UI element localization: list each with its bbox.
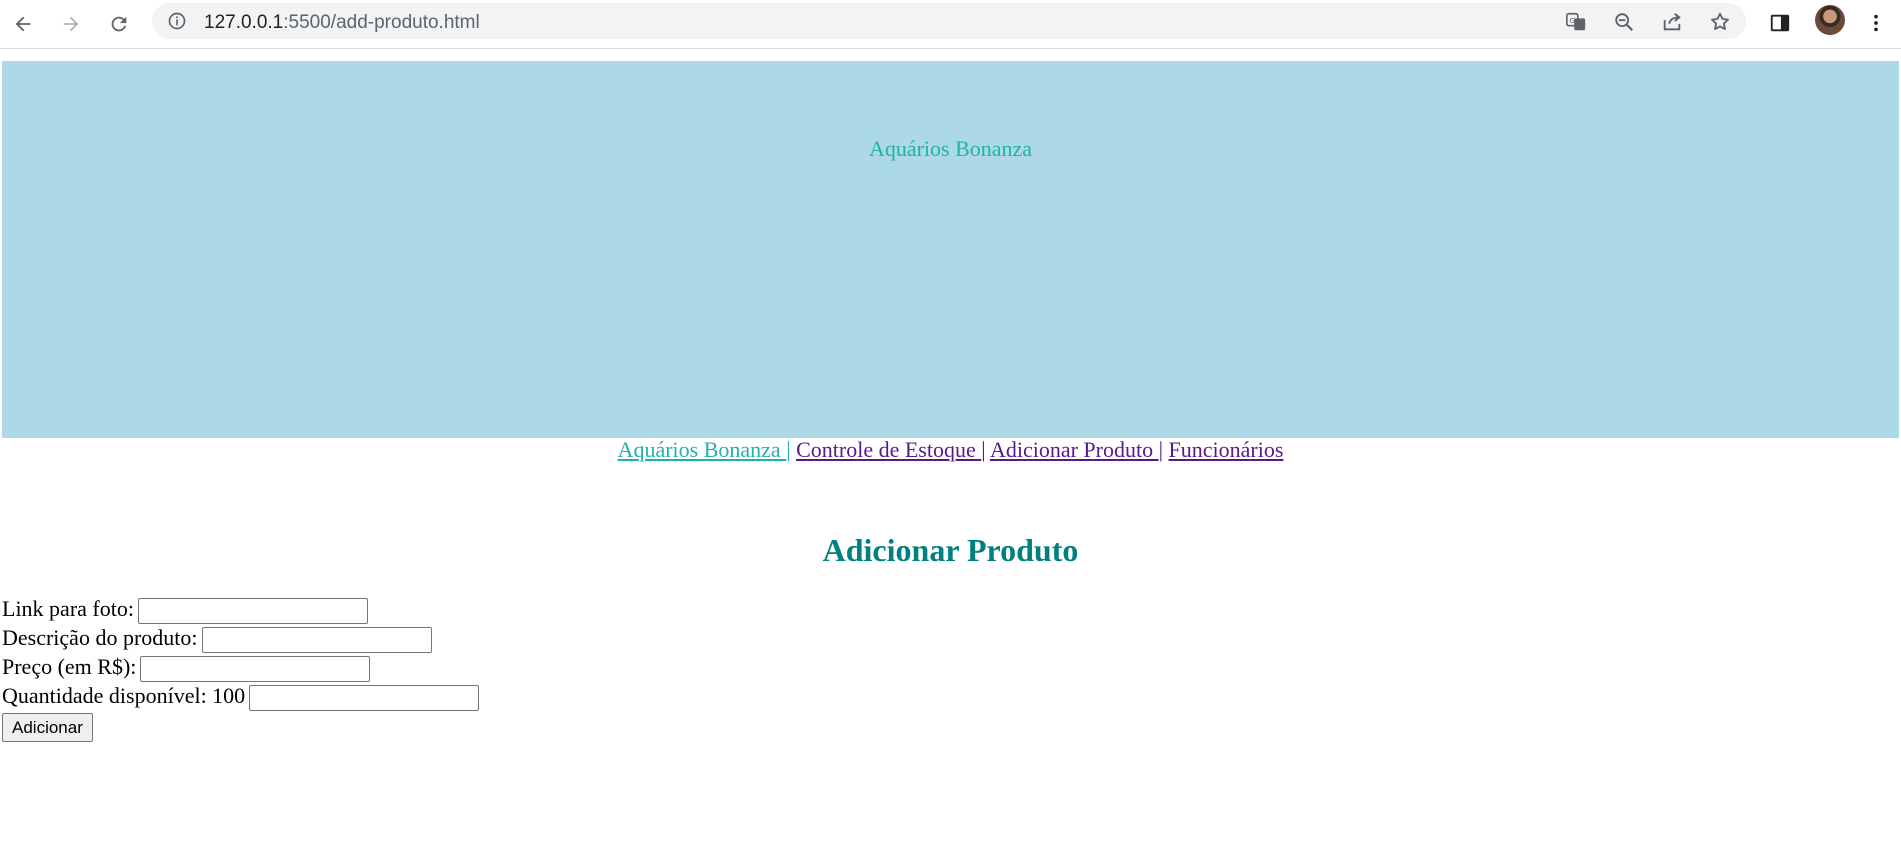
add-product-form: Link para foto: Descrição do produto: Pr…	[2, 596, 480, 742]
nav-menu: Aquários Bonanza | Controle de Estoque |…	[0, 436, 1901, 464]
nav-separator: |	[1158, 437, 1164, 462]
price-label: Preço (em R$):	[2, 654, 137, 679]
nav-link-employees[interactable]: Funcionários	[1169, 437, 1284, 462]
url-host: 127.0.0.1	[204, 12, 284, 33]
browser-toolbar: 127.0.0.1:5500/add-produto.html G	[0, 0, 1901, 49]
reload-button[interactable]	[103, 8, 135, 40]
url-text[interactable]: 127.0.0.1:5500/add-produto.html	[204, 12, 480, 34]
nav-link-stock-control[interactable]: Controle de Estoque	[796, 437, 981, 462]
url-path: :5500/add-produto.html	[283, 12, 480, 33]
back-button[interactable]	[7, 8, 39, 40]
forward-button[interactable]	[55, 8, 87, 40]
form-row-price: Preço (em R$):	[2, 654, 479, 683]
nav-separator: |	[786, 437, 791, 462]
translate-icon[interactable]: G	[1564, 10, 1588, 34]
site-info-icon[interactable]	[166, 10, 188, 32]
description-input[interactable]	[201, 626, 432, 653]
banner-title: Aquários Bonanza	[868, 136, 1033, 161]
nav-separator: |	[981, 437, 986, 462]
svg-text:G: G	[1570, 16, 1576, 25]
quantity-input[interactable]	[249, 684, 480, 711]
page-title: Adicionar Produto	[822, 532, 1079, 568]
header-banner: Aquários Bonanza	[2, 61, 1899, 438]
forward-arrow-icon	[63, 16, 79, 32]
form-row-quantity: Quantidade disponível: 100	[2, 683, 480, 712]
nav-link-add-product[interactable]: Adicionar Produto	[990, 437, 1159, 462]
form-row-description: Descrição do produto:	[2, 625, 479, 654]
zoom-out-icon[interactable]	[1612, 10, 1636, 34]
back-arrow-icon	[15, 16, 31, 32]
photo-link-label: Link para foto:	[2, 596, 134, 621]
add-product-button[interactable]: Adicionar	[2, 713, 93, 742]
profile-avatar[interactable]	[1815, 5, 1845, 35]
description-label: Descrição do produto:	[2, 625, 198, 650]
side-panel-icon[interactable]	[1766, 9, 1794, 37]
kebab-menu-icon[interactable]	[1862, 9, 1890, 37]
nav-link-home[interactable]: Aquários Bonanza	[618, 437, 787, 462]
photo-link-input[interactable]	[137, 597, 368, 624]
bookmark-star-icon[interactable]	[1708, 10, 1732, 34]
quantity-label: Quantidade disponível: 100	[2, 683, 246, 708]
price-input[interactable]	[140, 655, 371, 682]
address-bar[interactable]: 127.0.0.1:5500/add-produto.html G	[152, 3, 1746, 39]
share-icon[interactable]	[1660, 10, 1684, 34]
form-row-photo: Link para foto:	[2, 596, 479, 625]
reload-icon	[111, 16, 127, 32]
